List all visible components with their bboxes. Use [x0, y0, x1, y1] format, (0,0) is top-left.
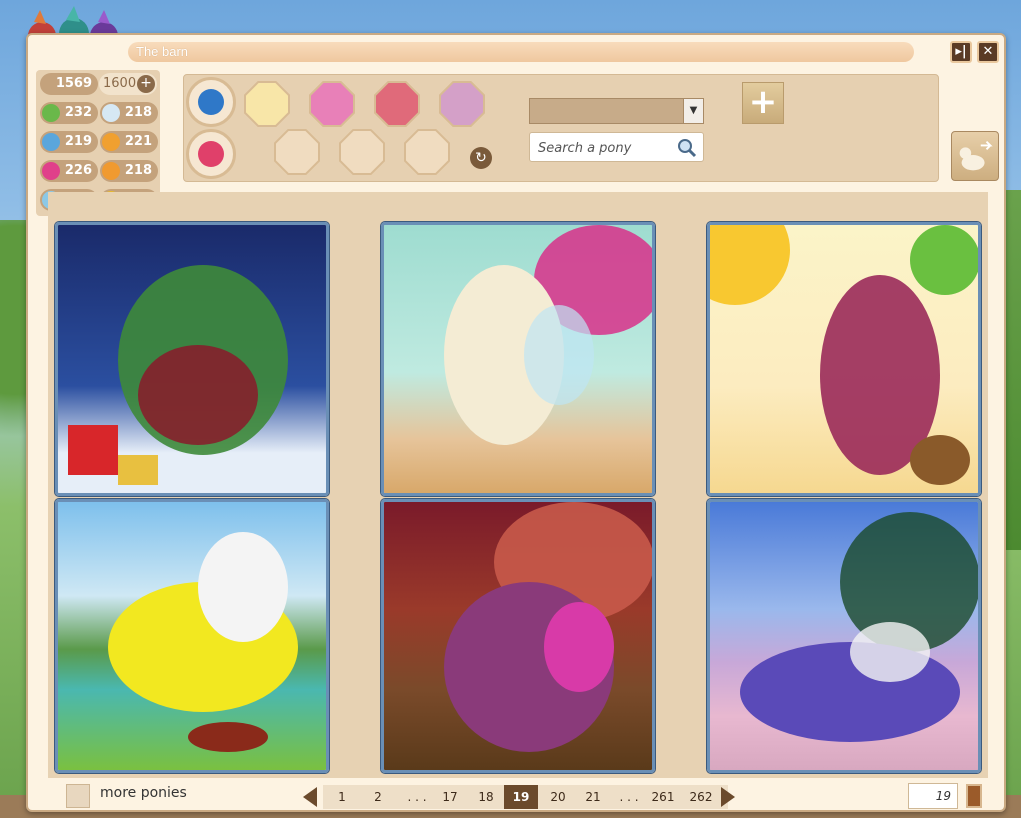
coins-max: 1600 + [99, 73, 157, 95]
next-page-icon[interactable] [721, 787, 735, 807]
coins-max-value: 1600 [103, 76, 137, 91]
flame-stat: 221 [100, 131, 158, 153]
move-folder-button[interactable] [951, 131, 999, 181]
pony-card[interactable]: Party [381, 499, 655, 773]
food-value: 232 [64, 105, 92, 120]
plus-icon: + [748, 82, 778, 122]
page-number-input[interactable]: 19 [908, 783, 958, 809]
add-coins-icon[interactable]: + [137, 75, 155, 93]
coins-stat: 1569 [40, 73, 98, 95]
pony-arrow-icon [959, 140, 993, 171]
more-ponies-label: more ponies [100, 785, 187, 801]
pony-card[interactable]: Fruit [707, 222, 981, 496]
filter-select[interactable]: ▼ [529, 98, 704, 124]
close-button[interactable]: ✕ [977, 41, 999, 63]
refresh-icon[interactable]: ↻ [470, 147, 492, 169]
star-folder-icon [198, 89, 224, 115]
pony-card[interactable]: Blossom [381, 222, 655, 496]
paw-icon [102, 162, 120, 180]
page-link[interactable]: 261 [646, 785, 680, 809]
page-link[interactable]: 2 [361, 785, 395, 809]
pony-gallery: Christmas Blossom Fruit River [48, 192, 988, 778]
paw-value: 218 [124, 163, 152, 178]
love-value: 226 [64, 163, 92, 178]
page-link[interactable]: 1 [325, 785, 359, 809]
water-value: 218 [124, 105, 152, 120]
chevron-down-icon[interactable]: ▼ [683, 99, 703, 123]
prev-page-icon[interactable] [303, 787, 317, 807]
speed-value: 219 [64, 134, 92, 149]
page-link[interactable]: 262 [684, 785, 718, 809]
hooves-icon [42, 133, 60, 151]
go-page-button[interactable] [966, 784, 982, 808]
apple-icon [42, 104, 60, 122]
search-field[interactable] [529, 132, 704, 162]
barn-window: The barn ▸| ✕ 1569 1600 + 232 218 219 22… [26, 33, 1006, 812]
coins-value: 1569 [55, 76, 92, 91]
add-button[interactable]: + [742, 82, 784, 124]
page-link[interactable]: 20 [541, 785, 575, 809]
skip-end-icon: ▸| [955, 44, 967, 59]
page-ellipsis: . . . [619, 790, 639, 804]
title-bar[interactable]: The barn [128, 42, 914, 62]
flame-icon [102, 133, 120, 151]
page-link-current[interactable]: 19 [504, 785, 538, 809]
pony-card[interactable]: Christmas [55, 222, 329, 496]
speed-stat: 219 [40, 131, 98, 153]
love-stat: 226 [40, 160, 98, 182]
page-link[interactable]: 21 [576, 785, 610, 809]
more-ponies-checkbox[interactable] [66, 784, 90, 808]
favorite-filter-button[interactable] [186, 129, 236, 179]
flame-value: 221 [124, 134, 152, 149]
filter-toolbar: ↻ ▼ + [183, 74, 939, 182]
search-input[interactable] [538, 139, 678, 157]
window-title: The barn [136, 44, 189, 59]
paw-stat: 218 [100, 160, 158, 182]
star-icon [198, 141, 224, 167]
food-stat: 232 [40, 102, 98, 124]
water-stat: 218 [100, 102, 158, 124]
page-link[interactable]: 17 [433, 785, 467, 809]
pony-card[interactable]: Beach [707, 499, 981, 773]
close-icon: ✕ [982, 44, 994, 59]
skip-end-button[interactable]: ▸| [950, 41, 972, 63]
page-link[interactable]: 18 [469, 785, 503, 809]
cloud-icon [102, 104, 120, 122]
search-icon[interactable] [677, 138, 697, 158]
folder-filter-button[interactable] [186, 77, 236, 127]
heart-icon [42, 162, 60, 180]
pony-card[interactable]: River [55, 499, 329, 773]
